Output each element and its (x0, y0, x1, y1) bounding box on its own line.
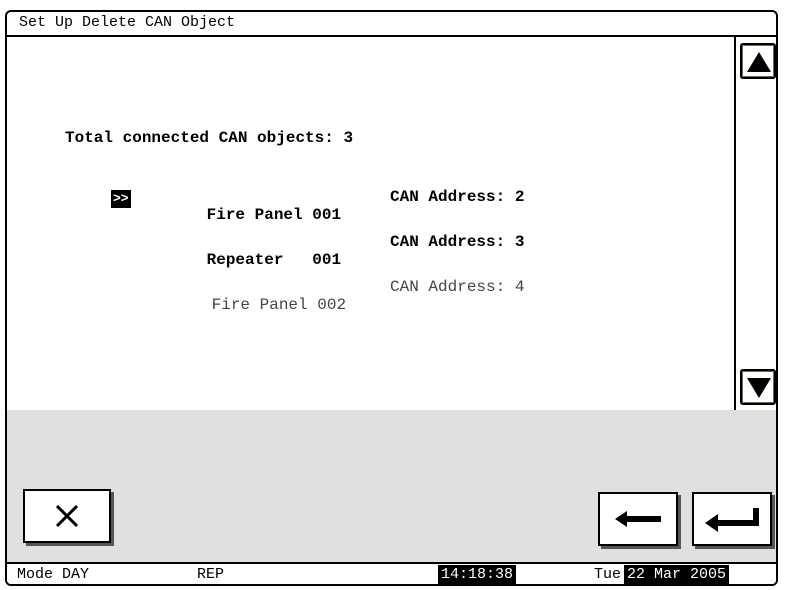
enter-arrow-icon (694, 494, 770, 544)
object-number: 002 (317, 296, 347, 314)
object-name: Repeater (206, 251, 303, 269)
scrollbar-track[interactable] (734, 37, 776, 410)
object-list-area: Total connected CAN objects: 3 >> Fire P… (7, 37, 735, 410)
clock-time: 14:18:38 (438, 565, 517, 584)
window-title: Set Up Delete CAN Object (7, 12, 776, 37)
object-row-fire-panel-002[interactable]: Fire Panel 002 (154, 278, 346, 332)
triangle-down-icon (747, 378, 771, 398)
enter-button[interactable] (692, 492, 772, 546)
mode-status: Mode DAY (17, 566, 90, 583)
button-panel (7, 410, 776, 562)
selection-cursor: >> (111, 190, 131, 208)
status-bar: Mode DAY REP 14:18:38 Tue 22 Mar 2005 (7, 562, 776, 584)
scroll-down-button[interactable] (740, 369, 776, 405)
object-address: CAN Address: 2 (390, 188, 525, 206)
cancel-button[interactable] (23, 489, 111, 543)
total-objects-label: Total connected CAN objects: 3 (65, 129, 354, 147)
main-window: Set Up Delete CAN Object Total connected… (5, 10, 778, 586)
scroll-up-button[interactable] (740, 43, 776, 79)
weekday: Tue (594, 566, 622, 583)
object-name: Fire Panel (206, 206, 303, 224)
object-name: Fire Panel (211, 296, 308, 314)
object-number: 001 (312, 251, 342, 269)
object-address: CAN Address: 3 (390, 233, 525, 251)
close-icon (25, 491, 109, 541)
back-button[interactable] (598, 492, 678, 546)
panel-status: REP (197, 566, 225, 583)
object-number: 001 (312, 206, 342, 224)
arrow-left-icon (600, 494, 676, 544)
triangle-up-icon (747, 52, 771, 72)
date: 22 Mar 2005 (624, 565, 730, 584)
object-address: CAN Address: 4 (390, 278, 525, 296)
